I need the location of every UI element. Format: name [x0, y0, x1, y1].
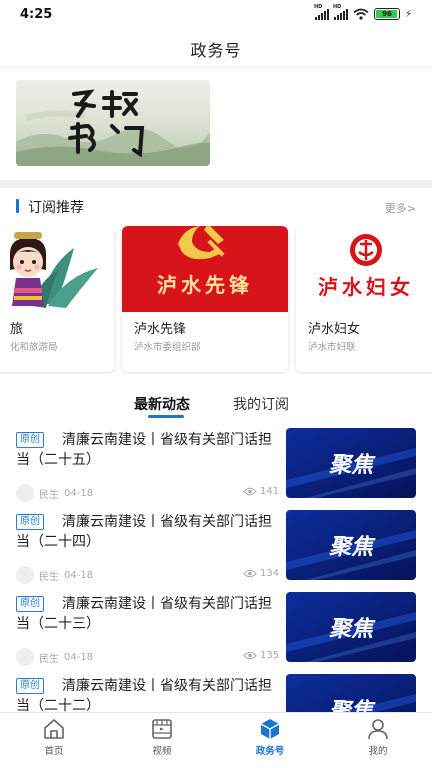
recommend-card-name: 泸水妇女: [308, 322, 361, 337]
original-badge: 原创: [16, 432, 44, 448]
recommend-title: 订阅推荐: [28, 200, 84, 216]
recommend-card-subtitle: 泸水市妇联: [308, 342, 356, 353]
svg-text:泸水妇女: 泸水妇女: [318, 275, 414, 299]
recommend-card-name: 泸水先锋: [134, 322, 187, 337]
bottom-nav: 首页 视频 政务号 我的: [0, 712, 432, 768]
home-icon: [44, 719, 64, 739]
news-title: 清廉云南建设丨省级有关部门话担当（二十五）: [16, 432, 272, 468]
section-divider: [0, 180, 432, 188]
recommend-carousel[interactable]: 旅 化和旅游局 泸水先锋 泸水先锋 泸水市委组织部 泸水妇女 泸水妇女 泸水市妇…: [0, 226, 432, 374]
recommend-card-tourism[interactable]: 旅 化和旅游局: [0, 226, 114, 372]
signal-icon-2: HD: [333, 4, 348, 20]
pioneer-logo-image: 泸水先锋: [122, 226, 288, 312]
user-icon: [368, 719, 388, 740]
news-item[interactable]: 清廉云南建设丨省级有关部门话担当（二十五） 原创 民生 04-18 141 聚焦: [0, 428, 432, 512]
status-bar: 4:25 HD HD 96 ⚡: [0, 0, 432, 30]
original-badge: 原创: [16, 596, 44, 612]
news-source: 民生: [39, 489, 59, 501]
cube-icon: [260, 719, 280, 739]
news-meta: 民生 04-18: [16, 566, 93, 584]
nav-label: 首页: [44, 746, 64, 757]
wifi-icon: [353, 8, 369, 20]
signal-icon: HD: [314, 4, 329, 20]
svg-text:聚焦: 聚焦: [328, 534, 376, 560]
news-views: 135: [243, 650, 279, 661]
news-date: 04-18: [64, 569, 94, 581]
news-thumbnail: 聚焦: [286, 592, 416, 662]
news-meta: 民生 04-18: [16, 484, 93, 502]
recommend-card-subtitle: 泸水市委组织部: [134, 342, 201, 353]
view-count: 135: [260, 650, 280, 661]
banner-artwork: [16, 80, 210, 166]
news-title: 清廉云南建设丨省级有关部门话担当（二十二）: [16, 678, 272, 714]
news-title: 清廉云南建设丨省级有关部门话担当（二十四）: [16, 514, 272, 550]
status-icons: HD HD 96 ⚡: [314, 4, 412, 20]
news-views: 134: [243, 568, 279, 579]
tab-my-subscriptions[interactable]: 我的订阅: [233, 394, 289, 414]
recommend-card-women[interactable]: 泸水妇女 泸水妇女 泸水市妇联: [296, 226, 432, 372]
nav-label: 视频: [152, 746, 172, 757]
tourism-mascot-image: [0, 226, 114, 312]
nav-video[interactable]: 视频: [132, 717, 192, 757]
video-icon: [152, 719, 172, 739]
original-badge: 原创: [16, 678, 44, 694]
charging-icon: ⚡: [404, 8, 412, 20]
news-thumbnail: 聚焦: [286, 510, 416, 580]
view-count: 141: [260, 486, 280, 497]
news-date: 04-18: [64, 651, 94, 663]
svg-text:聚焦: 聚焦: [328, 452, 376, 478]
app-header: 政务号: [0, 30, 432, 68]
news-views: 141: [243, 486, 279, 497]
svg-text:泸水先锋: 泸水先锋: [157, 273, 253, 297]
news-item[interactable]: 清廉云南建设丨省级有关部门话担当（二十三） 原创 民生 04-18 135 聚焦: [0, 592, 432, 676]
battery-level: 96: [382, 10, 392, 18]
eye-icon: [243, 487, 257, 496]
nav-mine[interactable]: 我的: [348, 717, 408, 757]
eye-icon: [243, 651, 257, 660]
news-source: 民生: [39, 571, 59, 583]
news-title: 清廉云南建设丨省级有关部门话担当（二十三）: [16, 596, 272, 632]
active-tab-indicator: [148, 415, 184, 418]
source-avatar: [16, 648, 34, 666]
department-banner[interactable]: [16, 80, 210, 166]
news-item[interactable]: 清廉云南建设丨省级有关部门话担当（二十四） 原创 民生 04-18 134 聚焦: [0, 510, 432, 594]
eye-icon: [243, 569, 257, 578]
view-count: 134: [260, 568, 280, 579]
status-time: 4:25: [20, 7, 53, 22]
news-meta: 民生 04-18: [16, 648, 93, 666]
recommend-card-pioneer[interactable]: 泸水先锋 泸水先锋 泸水市委组织部: [122, 226, 288, 372]
section-accent-bar: [16, 199, 19, 213]
nav-gov-account[interactable]: 政务号: [240, 717, 300, 757]
recommend-card-subtitle: 化和旅游局: [10, 342, 58, 353]
recommend-card-name: 旅: [10, 322, 24, 337]
tab-latest[interactable]: 最新动态: [134, 394, 190, 414]
women-federation-logo-image: 泸水妇女: [296, 226, 432, 312]
more-link[interactable]: 更多>: [385, 200, 416, 216]
nav-label: 我的: [368, 746, 388, 757]
news-source: 民生: [39, 653, 59, 665]
nav-label: 政务号: [255, 746, 285, 757]
news-thumbnail: 聚焦: [286, 428, 416, 498]
battery-icon: 96: [373, 8, 400, 20]
nav-home[interactable]: 首页: [24, 717, 84, 757]
original-badge: 原创: [16, 514, 44, 530]
news-date: 04-18: [64, 487, 94, 499]
source-avatar: [16, 566, 34, 584]
page-title: 政务号: [190, 40, 242, 60]
source-avatar: [16, 484, 34, 502]
svg-text:聚焦: 聚焦: [328, 616, 376, 642]
